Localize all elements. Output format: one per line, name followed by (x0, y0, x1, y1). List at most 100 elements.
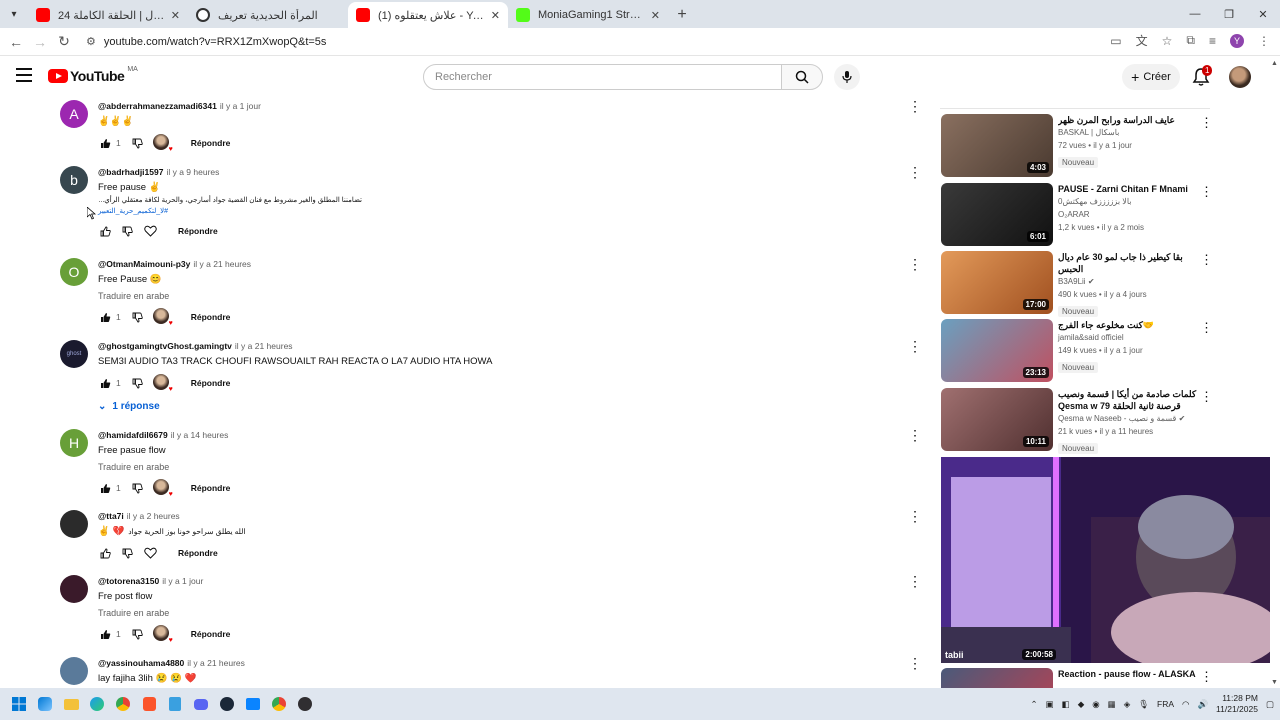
comment-menu-icon[interactable]: ⋮ (908, 99, 922, 113)
page-scrollbar[interactable]: ▲ ▼ (1270, 56, 1280, 688)
comment-author[interactable]: @hamidafdil6679 (98, 430, 168, 440)
scroll-up-icon[interactable]: ▲ (1271, 60, 1278, 67)
video-channel-secondary[interactable]: O₂ARAR (1058, 208, 1198, 221)
scroll-down-icon[interactable]: ▼ (1271, 679, 1278, 686)
browser-tab[interactable]: MoniaGaming1 Stream - Watch ✕ (508, 2, 668, 28)
commenter-avatar[interactable]: O (60, 258, 88, 286)
translate-icon[interactable]: 文 (1136, 32, 1148, 49)
commenter-avatar[interactable]: A (60, 100, 88, 128)
photos-icon[interactable] (242, 693, 264, 715)
new-tab-button[interactable]: + (668, 2, 696, 28)
reply-button[interactable]: Répondre (191, 378, 231, 388)
reply-button[interactable]: Répondre (191, 312, 231, 322)
minimize-icon[interactable]: — (1178, 0, 1212, 28)
comment-menu-icon[interactable]: ⋮ (908, 339, 922, 353)
comment-time[interactable]: il y a 2 heures (127, 511, 180, 521)
file-explorer-icon[interactable] (60, 693, 82, 715)
search-button[interactable] (781, 64, 823, 90)
close-window-icon[interactable]: ✕ (1246, 0, 1280, 28)
video-menu-icon[interactable]: ⋮ (1200, 185, 1213, 198)
video-channel[interactable]: 0بالا بزززززف مهكتش (1058, 195, 1198, 208)
site-info-icon[interactable]: ⚙ (86, 35, 96, 48)
tray-overflow-icon[interactable]: ⌃ (1031, 699, 1038, 710)
commenter-avatar[interactable] (60, 575, 88, 603)
recommended-video[interactable]: 4:03 عايف الدراسة ورابح المرن ظهر BASKAL… (940, 114, 1213, 178)
language-indicator[interactable]: FRA (1157, 699, 1174, 709)
notepad-icon[interactable] (164, 693, 186, 715)
browser-tab-active[interactable]: (1) علاش يعتقلوه - YouTube ✕ (348, 2, 508, 28)
comment-menu-icon[interactable]: ⋮ (908, 574, 922, 588)
bookmark-star-icon[interactable]: ☆ (1162, 34, 1173, 48)
commenter-avatar[interactable] (60, 510, 88, 538)
hamburger-menu-icon[interactable] (16, 68, 32, 82)
forward-icon[interactable]: → (28, 34, 52, 50)
video-menu-icon[interactable]: ⋮ (1200, 253, 1213, 266)
account-avatar[interactable] (1229, 66, 1251, 88)
like-icon[interactable] (98, 627, 112, 641)
brave-icon[interactable] (138, 693, 160, 715)
video-menu-icon[interactable]: ⋮ (1200, 321, 1213, 334)
chrome-profile-icon[interactable] (268, 693, 290, 715)
comment-menu-icon[interactable]: ⋮ (908, 165, 922, 179)
video-thumbnail[interactable] (941, 668, 1053, 688)
steam-icon[interactable] (216, 693, 238, 715)
video-title[interactable]: كلمات صادمة من أيكا | قسمة ونصيب قرصنة ث… (1058, 388, 1198, 412)
commenter-avatar[interactable]: b (60, 166, 88, 194)
commenter-avatar[interactable] (60, 657, 88, 685)
video-thumbnail[interactable]: 6:01 (941, 183, 1053, 246)
browser-menu-icon[interactable]: ⋮ (1258, 34, 1270, 48)
comment-author[interactable]: @abderrahmanezzamadi6341 (98, 101, 217, 111)
discord-icon[interactable] (190, 693, 212, 715)
like-icon[interactable] (98, 224, 112, 238)
heart-outline-icon[interactable] (142, 545, 158, 561)
recommended-video[interactable]: 23:13 🤝كنت مخلوعه جاء الفرج jamila&said … (940, 319, 1213, 383)
comment-author[interactable]: @yassinouhama4880 (98, 658, 184, 668)
tray-app-icon[interactable]: ▦ (1108, 699, 1116, 710)
comment-menu-icon[interactable]: ⋮ (908, 428, 922, 442)
video-thumbnail[interactable]: 4:03 (941, 114, 1053, 177)
video-menu-icon[interactable]: ⋮ (1200, 116, 1213, 129)
comment-author[interactable]: @badrhadji1597 (98, 167, 163, 177)
dislike-icon[interactable] (120, 546, 134, 560)
microphone-tray-icon[interactable]: 🎙 (1138, 699, 1149, 710)
video-menu-icon[interactable]: ⋮ (1200, 670, 1213, 683)
translate-link[interactable]: Traduire en arabe (98, 606, 898, 620)
maximize-icon[interactable]: ❐ (1212, 0, 1246, 28)
tray-app-icon[interactable]: ◈ (1124, 699, 1131, 710)
close-tab-icon[interactable]: ✕ (491, 9, 500, 22)
video-thumbnail[interactable]: 23:13 (941, 319, 1053, 382)
reply-button[interactable]: Répondre (178, 226, 218, 236)
reply-button[interactable]: Répondre (191, 483, 231, 493)
heart-outline-icon[interactable] (142, 223, 158, 239)
chrome-icon[interactable] (112, 693, 134, 715)
comment-time[interactable]: il y a 21 heures (193, 259, 251, 269)
stream-preview-player[interactable]: tabii 2:00:58 (941, 457, 1280, 663)
dislike-icon[interactable] (131, 627, 145, 641)
comment-author[interactable]: @tta7i (98, 511, 124, 521)
dislike-icon[interactable] (131, 376, 145, 390)
reload-icon[interactable]: ↻ (52, 33, 76, 50)
volume-icon[interactable]: 🔊 (1197, 699, 1208, 710)
reply-button[interactable]: Répondre (178, 548, 218, 558)
show-replies-button[interactable]: ⌄ 1 réponse (98, 401, 898, 412)
comment-time[interactable]: il y a 9 heures (166, 167, 219, 177)
comment-hashtag[interactable]: #لا_لتكميم_حرية_التعبير (98, 206, 168, 217)
comment-menu-icon[interactable]: ⋮ (908, 257, 922, 271)
video-title[interactable]: Reaction - pause flow - ALASKA (1058, 668, 1198, 680)
tray-app-icon[interactable]: ◉ (1092, 699, 1099, 710)
dislike-icon[interactable] (131, 481, 145, 495)
video-thumbnail[interactable]: 17:00 (941, 251, 1053, 314)
tray-app-icon[interactable]: ◧ (1062, 699, 1070, 710)
browser-tab[interactable]: قيامة أرطغرل | الحلقة الكاملة 24 ✕ (28, 2, 188, 28)
video-thumbnail[interactable]: 10:11 (941, 388, 1053, 451)
install-app-icon[interactable]: ▭ (1110, 34, 1121, 48)
comment-menu-icon[interactable]: ⋮ (908, 509, 922, 523)
video-title[interactable]: بقا كيطير ذا جاب لمو 30 عام ديال الحبس (1058, 251, 1198, 275)
recommended-video[interactable]: 6:01 PAUSE - Zarni Chitan F Mnami 0بالا … (940, 183, 1213, 247)
tray-app-icon[interactable]: ▣ (1046, 699, 1054, 710)
back-icon[interactable]: ← (4, 34, 28, 50)
recommended-video[interactable]: 10:11 كلمات صادمة من أيكا | قسمة ونصيب ق… (940, 388, 1213, 454)
video-channel[interactable]: B3A9Lii (1058, 277, 1086, 286)
tray-app-icon[interactable]: ◆ (1078, 699, 1085, 710)
reply-button[interactable]: Répondre (191, 138, 231, 148)
